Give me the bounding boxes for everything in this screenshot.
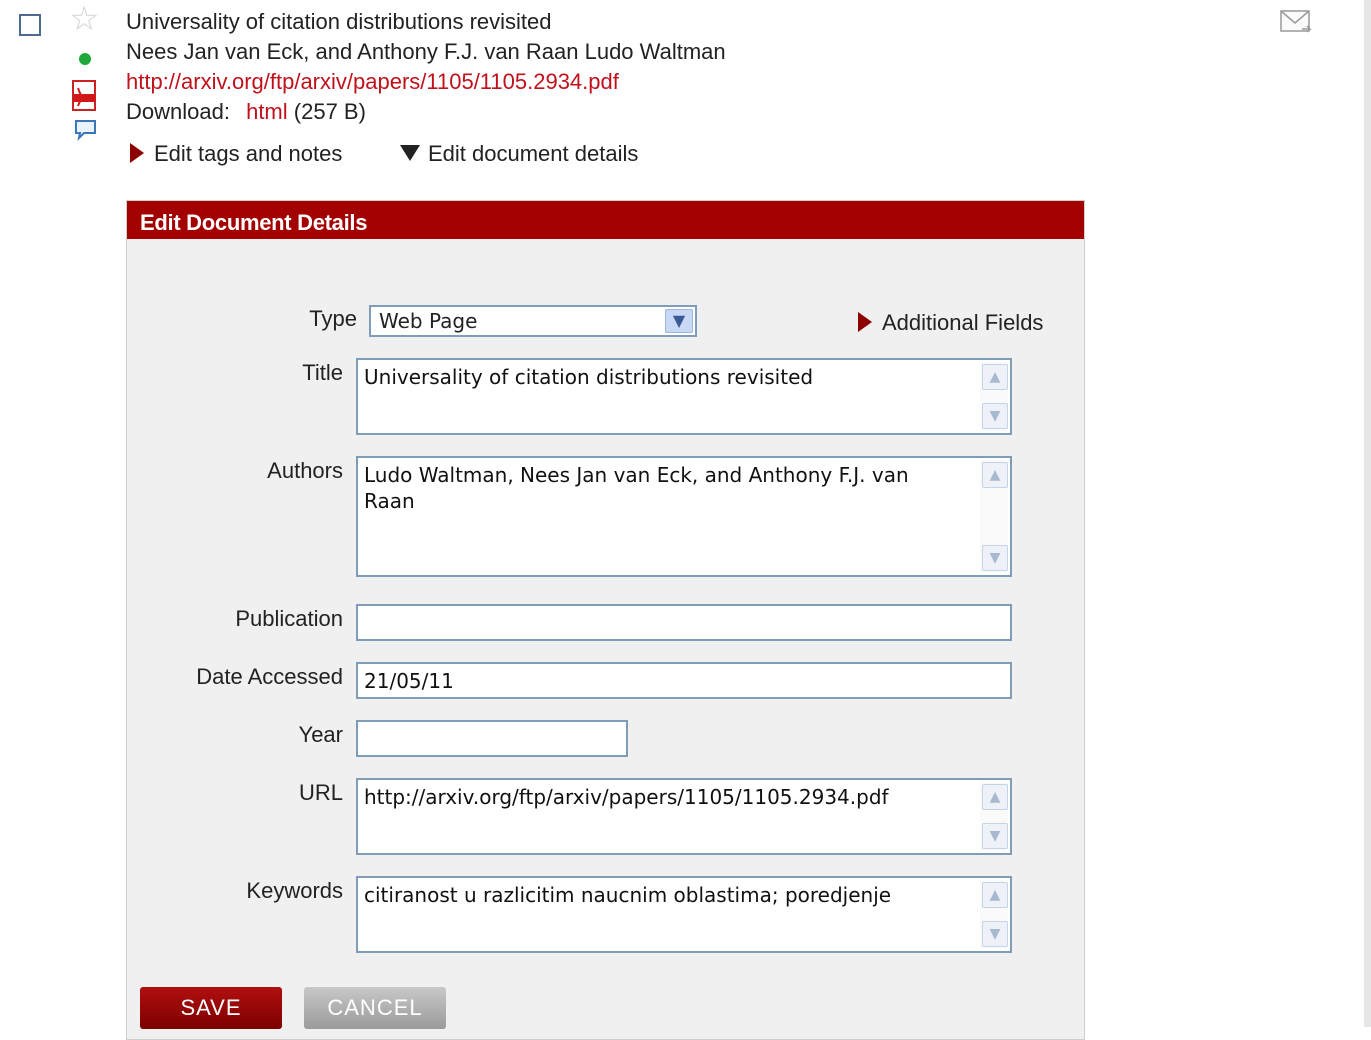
date-accessed-field-value: 21/05/11 [364, 669, 454, 693]
save-button[interactable]: SAVE [140, 987, 282, 1029]
url-label: URL [298, 780, 343, 805]
date-accessed-field[interactable]: 21/05/11 [356, 662, 1012, 699]
url-field-value: http://arxiv.org/ftp/arxiv/papers/1105/1… [364, 785, 889, 809]
scroll-up-icon[interactable]: ▲ [982, 462, 1008, 488]
scroll-up-icon[interactable]: ▲ [982, 364, 1008, 390]
authors-field[interactable]: Ludo Waltman, Nees Jan van Eck, and Anth… [356, 456, 1012, 577]
document-title: Universality of citation distributions r… [126, 9, 552, 34]
keywords-field[interactable]: citiranost u razlicitim naucnim oblastim… [356, 876, 1012, 953]
cancel-button[interactable]: CANCEL [304, 987, 446, 1029]
document-authors: Nees Jan van Eck, and Anthony F.J. van R… [126, 39, 726, 64]
note-icon[interactable] [74, 118, 98, 142]
publication-field[interactable] [356, 604, 1012, 641]
download-row: Download: html (257 B) [126, 99, 366, 125]
edit-details-label: Edit document details [428, 141, 639, 166]
triangle-down-icon [400, 145, 420, 161]
page-scrollbar[interactable] [1364, 0, 1371, 1027]
status-dot-icon [79, 53, 91, 65]
title-field[interactable]: Universality of citation distributions r… [356, 358, 1012, 435]
scroll-up-icon[interactable]: ▲ [982, 882, 1008, 908]
panel-header: Edit Document Details [127, 201, 1084, 239]
email-icon[interactable] [1280, 8, 1312, 36]
date-accessed-label: Date Accessed [196, 664, 343, 689]
scroll-down-icon[interactable]: ▼ [982, 823, 1008, 849]
download-size: (257 B) [293, 99, 366, 124]
download-label: Download: [126, 99, 230, 124]
edit-details-toggle[interactable]: Edit document details [400, 141, 638, 167]
pdf-icon[interactable] [70, 80, 100, 112]
keywords-label: Keywords [246, 878, 343, 903]
authors-scrollbar[interactable]: ▲ ▼ [980, 460, 1008, 573]
edit-tags-toggle[interactable]: Edit tags and notes [130, 141, 342, 167]
title-label: Title [302, 360, 343, 385]
star-icon[interactable]: ☆ [69, 2, 99, 36]
scroll-down-icon[interactable]: ▼ [982, 403, 1008, 429]
edit-tags-label: Edit tags and notes [154, 141, 343, 166]
type-select-value: Web Page [379, 309, 478, 333]
title-field-value: Universality of citation distributions r… [364, 365, 814, 389]
year-field[interactable] [356, 720, 628, 757]
scroll-down-icon[interactable]: ▼ [982, 545, 1008, 571]
authors-field-value: Ludo Waltman, Nees Jan van Eck, and Anth… [364, 463, 909, 513]
scroll-up-icon[interactable]: ▲ [982, 784, 1008, 810]
select-checkbox[interactable] [19, 14, 41, 36]
scroll-down-icon[interactable]: ▼ [982, 921, 1008, 947]
triangle-right-icon [858, 312, 872, 332]
url-scrollbar[interactable]: ▲ ▼ [980, 782, 1008, 851]
chevron-down-icon[interactable]: ▼ [665, 309, 693, 333]
title-scrollbar[interactable]: ▲ ▼ [980, 362, 1008, 431]
keywords-field-value: citiranost u razlicitim naucnim oblastim… [364, 883, 892, 907]
download-html-link[interactable]: html [246, 99, 288, 124]
keywords-scrollbar[interactable]: ▲ ▼ [980, 880, 1008, 949]
url-field[interactable]: http://arxiv.org/ftp/arxiv/papers/1105/1… [356, 778, 1012, 855]
authors-label: Authors [267, 458, 343, 483]
additional-fields-label: Additional Fields [882, 310, 1044, 335]
type-label: Type [309, 306, 357, 331]
type-select[interactable]: Web Page ▼ [369, 305, 697, 337]
year-label: Year [298, 722, 343, 747]
triangle-right-icon [130, 143, 144, 163]
publication-label: Publication [235, 606, 343, 631]
document-url-link[interactable]: http://arxiv.org/ftp/arxiv/papers/1105/1… [126, 69, 619, 95]
additional-fields-toggle[interactable]: Additional Fields [858, 310, 1043, 336]
